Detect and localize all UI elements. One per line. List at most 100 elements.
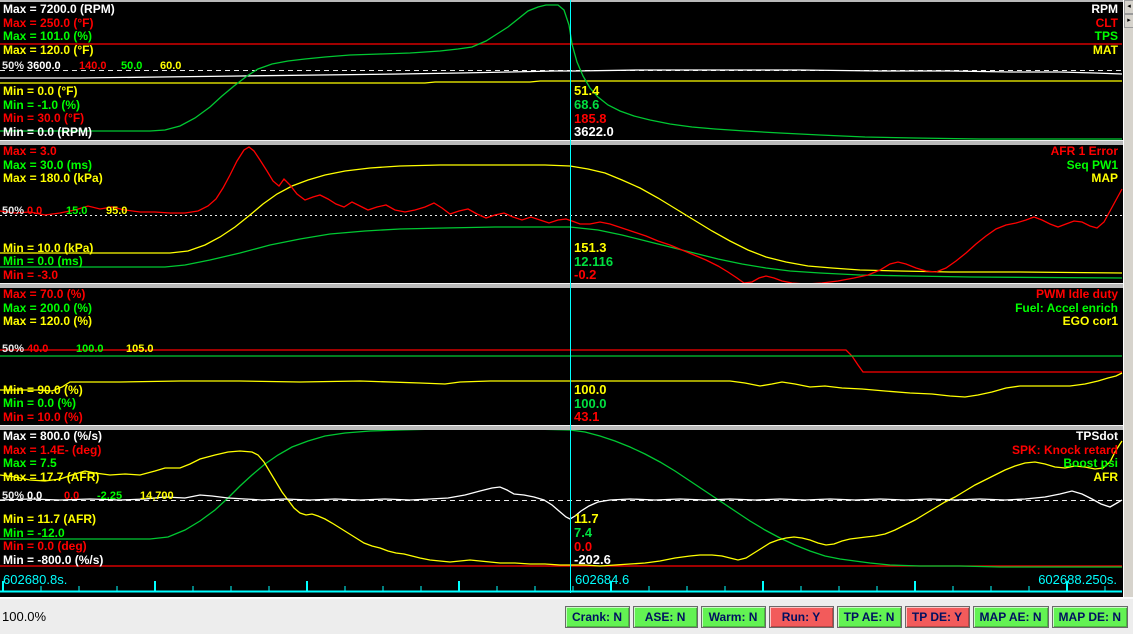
trace-tps (0, 4, 1122, 140)
min-label: Min = 11.7 (AFR) Min = -12.0 Min = 0.0 (de… (3, 512, 103, 567)
status-indicator-crank: Crank: N (564, 605, 630, 628)
fifty-percent-label: 3600.0 (27, 60, 61, 72)
channel-label-item: TPSdot (1076, 429, 1118, 443)
min-label-item: Min = 30.0 (°F) (3, 111, 85, 125)
channel-label-item: CLT (1095, 15, 1118, 30)
status-indicator-tp-de: TP DE: Y (904, 605, 970, 628)
min-label-item: Min = 0.0 (RPM) (3, 124, 93, 139)
channel-label-item: AFR (1093, 469, 1118, 484)
channel-label-item: Boost psi (1063, 456, 1118, 470)
fifty-percent-label: 50.0 (121, 60, 143, 72)
log-graph-area[interactable]: Max = 7200.0 (RPM) Max = 250.0 (°F) Max = … (0, 0, 1133, 597)
max-label-item: Max = 17.7 (AFR) (3, 469, 100, 484)
min-label: Min = 90.0 (%) Min = 0.0 (%) Min = 10.0 (%… (3, 382, 83, 425)
trace-afr (0, 440, 1123, 567)
max-label-item: Max = 101.0 (%) (3, 29, 93, 43)
cursor-value-item: 12.116 (574, 253, 614, 269)
scroll-up-button[interactable]: ◂ (1124, 0, 1133, 14)
window-top-edge (0, 0, 1133, 2)
channel-label: TPSdot SPK: Knock retard Boost psi AFR (1012, 429, 1118, 484)
max-label: Max = 3.0 Max = 30.0 (ms) Max = 180.0 (kPa… (3, 144, 103, 186)
vertical-scrollbar[interactable]: ◂ ▸ (1123, 0, 1133, 597)
fifty-percent-label: 140.0 (79, 60, 107, 72)
time-cursor-line[interactable] (570, 0, 571, 593)
max-label-item: Max = 200.0 (%) (3, 300, 93, 315)
channel-label-item: MAP (1091, 171, 1118, 185)
channel-label-item: Seq PW1 (1066, 157, 1118, 172)
channel-label-item: EGO cor1 (1062, 314, 1118, 328)
megalogviewer-window: Max = 7200.0 (RPM) Max = 250.0 (°F) Max = … (0, 0, 1133, 634)
max-label: Max = 70.0 (%) Max = 200.0 (%) Max = 120.0… (3, 287, 93, 329)
cursor-value-item: -202.6 (574, 552, 611, 568)
cursor-value-item: 100.0 (574, 395, 607, 411)
max-label-item: Max = 30.0 (ms) (3, 157, 93, 172)
trace-egocor1 (0, 372, 1123, 398)
fifty-percent-label: 50% (2, 205, 25, 217)
trace-pwmidle (0, 349, 1122, 373)
status-indicator-map-de: MAP DE: N (1051, 605, 1128, 628)
channel-label: RPM CLT TPS MAT (1091, 2, 1118, 57)
cursor-value: 100.0 100.0 43.1 (574, 383, 607, 424)
status-indicator-warm: Warm: N (700, 605, 766, 628)
min-label-item: Min = 0.0 (deg) (3, 539, 87, 553)
fifty-percent-label: 60.0 (160, 60, 182, 72)
min-label-item: Min = 90.0 (%) (3, 382, 83, 397)
cursor-value: 151.3 12.116 -0.2 (574, 241, 613, 282)
min-label: Min = 10.0 (kPa) Min = 0.0 (ms) Min = -3.0 (3, 241, 93, 283)
fifty-percent-label: 0.0 (64, 490, 80, 502)
channel-label-item: RPM (1091, 2, 1118, 16)
channel-label: PWM Idle duty Fuel: Accel enrich EGO cor1 (1015, 287, 1118, 329)
min-label-item: Min = -1.0 (%) (3, 97, 81, 112)
time-end-label: 602688.250s. (1038, 572, 1117, 587)
min-label-item: Min = 10.0 (%) (3, 409, 83, 424)
max-label-item: Max = 250.0 (°F) (3, 15, 94, 30)
status-indicator-tp-ae: TP AE: N (836, 605, 902, 628)
max-label-item: Max = 7200.0 (RPM) (3, 2, 115, 16)
engine-status-indicators: Crank: N ASE: N Warm: N Run: Y TP AE: N TP DE… (564, 605, 1128, 628)
cursor-value-item: -0.2 (574, 267, 597, 283)
max-label: Max = 7200.0 (RPM) Max = 250.0 (°F) Max = … (3, 2, 115, 57)
fifty-percent-label: 0.0 (27, 490, 43, 502)
max-label-item: Max = 120.0 (%) (3, 314, 93, 328)
cursor-value-item: 151.3 (574, 239, 607, 255)
scroll-down-button[interactable]: ▸ (1124, 14, 1133, 28)
channel-label-item: TPS (1094, 29, 1118, 43)
fifty-percent-label: 50% (2, 60, 25, 72)
trace-mat (0, 80, 1122, 84)
max-label-item: Max = 1.4E- (deg) (3, 442, 102, 457)
panel-separator (0, 140, 1123, 145)
min-label-item: Min = 0.0 (°F) (3, 84, 78, 98)
max-label-item: Max = 120.0 (°F) (3, 42, 94, 57)
channel-label-item: PWM Idle duty (1036, 287, 1118, 301)
fifty-percent-label: 50% (2, 343, 25, 355)
cursor-value-item: 43.1 (574, 409, 600, 425)
min-label-item: Min = -3.0 (3, 267, 59, 282)
max-label-item: Max = 70.0 (%) (3, 287, 86, 301)
cursor-value-item: 7.4 (574, 524, 593, 540)
max-label-item: Max = 180.0 (kPa) (3, 171, 103, 185)
fifty-percent-label: -2.25 (97, 490, 123, 502)
fifty-percent-label: 100.0 (76, 343, 104, 355)
cursor-value: 11.7 7.4 0.0 -202.6 (574, 512, 611, 567)
min-label-item: Min = 0.0 (ms) (3, 254, 83, 268)
trace-plot (0, 4, 1123, 593)
max-label: Max = 800.0 (%/s) Max = 1.4E- (deg) Max = … (3, 429, 102, 484)
fifty-percent-label: 95.0 (106, 205, 128, 217)
status-indicator-map-ae: MAP AE: N (972, 605, 1049, 628)
cursor-value-item: 68.6 (574, 96, 600, 112)
fifty-percent-label: 40.0 (27, 343, 49, 355)
channel-label-item: MAT (1092, 42, 1118, 57)
panel-separator (0, 283, 1123, 288)
cursor-value-item: 185.8 (574, 110, 607, 126)
time-cursor-label: 602684.6 (575, 572, 630, 587)
time-axis: 602680.8s. 602684.6 602688.250s. (0, 572, 1123, 590)
fifty-percent-label: 14,700 (140, 490, 174, 502)
channel-label-item: Fuel: Accel enrich (1015, 300, 1118, 315)
status-bar: 100.0% Crank: N ASE: N Warm: N Run: Y TP AE:… (0, 597, 1133, 634)
status-indicator-ase: ASE: N (632, 605, 698, 628)
fifty-percent-label: 15.0 (66, 205, 88, 217)
panel-separator (0, 425, 1123, 430)
cursor-value-item: 100.0 (574, 381, 607, 397)
time-start-label: 602680.8s. (3, 572, 68, 587)
zoom-level-label: 100.0% (2, 609, 47, 624)
